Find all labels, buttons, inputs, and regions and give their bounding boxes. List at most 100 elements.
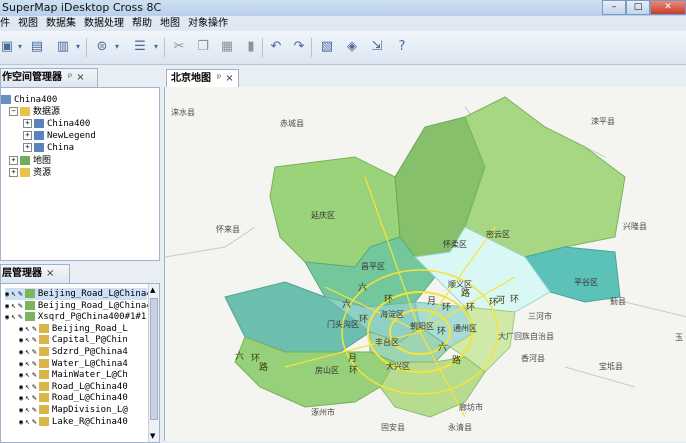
editable-icon[interactable]: ✎ [32, 324, 37, 333]
layer-row[interactable]: ◉ ↖ ✎ Lake_R@China40 [19, 416, 128, 428]
visibility-eye-icon[interactable]: ◉ [5, 290, 9, 298]
visibility-eye-icon[interactable]: ◉ [19, 394, 23, 402]
scene-icon[interactable]: ◈ [345, 40, 359, 54]
visibility-eye-icon[interactable]: ◉ [19, 348, 23, 356]
tree-node-datasource[interactable]: + NewLegend [23, 130, 96, 142]
menu-view[interactable]: 视图 [18, 16, 38, 31]
selectable-icon[interactable]: ↖ [25, 405, 30, 414]
open-icon[interactable]: ▣ [0, 40, 14, 54]
editable-icon[interactable]: ✎ [18, 312, 23, 321]
layer-row[interactable]: ◉ ↖ ✎ Road_L@China40 [19, 381, 128, 393]
map-tab-close-button[interactable]: × [225, 73, 233, 84]
visibility-eye-icon[interactable]: ◉ [19, 325, 23, 333]
layer-row[interactable]: ◉ ↖ ✎ Sdzrd_P@China4 [19, 346, 128, 358]
redo-icon[interactable]: ↷ [292, 40, 306, 54]
editable-icon[interactable]: ✎ [32, 347, 37, 356]
layer-row[interactable]: ◉ ↖ ✎ MainWater_L@Ch [19, 369, 128, 381]
menu-file[interactable]: 件 [0, 16, 10, 31]
delete-icon[interactable]: ▮ [244, 40, 258, 54]
close-button[interactable]: ✕ [650, 0, 686, 15]
editable-icon[interactable]: ✎ [32, 417, 37, 426]
minimize-button[interactable]: – [602, 0, 626, 15]
selectable-icon[interactable]: ↖ [25, 370, 30, 379]
menu-map[interactable]: 地图 [160, 16, 180, 31]
dropdown-arrow-icon[interactable]: ▾ [110, 40, 124, 54]
expand-icon[interactable]: + [9, 156, 18, 165]
layout-icon[interactable]: ▧ [320, 40, 334, 54]
cut-icon[interactable]: ✂ [172, 40, 186, 54]
selectable-icon[interactable]: ↖ [25, 359, 30, 368]
scroll-up-icon[interactable]: ▲ [150, 286, 155, 294]
undo-icon[interactable]: ↶ [269, 40, 283, 54]
layer-row[interactable]: ◉ ↖ ✎ MapDivision_L@ [19, 404, 128, 416]
tree-node-maps[interactable]: + 地图 [9, 155, 51, 167]
layer-row[interactable]: ◉ ↖ ✎ Beijing_Road_L [19, 323, 128, 335]
expand-icon[interactable]: + [23, 119, 32, 128]
layer-row[interactable]: ◉ ↖ ✎ Water_L@China4 [19, 358, 128, 370]
copy-icon[interactable]: ❐ [196, 40, 210, 54]
pin-icon[interactable]: ᵖ [217, 73, 221, 84]
expand-icon[interactable]: + [9, 168, 18, 177]
import-icon[interactable]: ⊜ [95, 40, 109, 54]
workspace-panel-close-button[interactable]: × [76, 72, 84, 83]
expand-icon[interactable]: + [23, 143, 32, 152]
visibility-eye-icon[interactable]: ◉ [19, 371, 23, 379]
selectable-icon[interactable]: ↖ [25, 347, 30, 356]
visibility-eye-icon[interactable]: ◉ [19, 383, 23, 391]
selectable-icon[interactable]: ↖ [11, 301, 16, 310]
selectable-icon[interactable]: ↖ [11, 312, 16, 321]
export-icon[interactable]: ⇲ [370, 40, 384, 54]
editable-icon[interactable]: ✎ [18, 289, 23, 298]
pin-icon[interactable]: ᵖ [68, 72, 72, 83]
tree-node-datasources[interactable]: − 数据源 [9, 106, 60, 118]
selectable-icon[interactable]: ↖ [11, 289, 16, 298]
editable-icon[interactable]: ✎ [32, 405, 37, 414]
visibility-eye-icon[interactable]: ◉ [5, 302, 9, 310]
editable-icon[interactable]: ✎ [32, 370, 37, 379]
dropdown-arrow-icon[interactable]: ▾ [149, 40, 163, 54]
editable-icon[interactable]: ✎ [18, 301, 23, 310]
dropdown-arrow-icon[interactable]: ▾ [13, 40, 27, 54]
new-workspace-icon[interactable]: ▥ [56, 40, 70, 54]
collapse-icon[interactable]: − [9, 107, 18, 116]
editable-icon[interactable]: ✎ [32, 382, 37, 391]
selectable-icon[interactable]: ↖ [25, 382, 30, 391]
map-tab[interactable]: 北京地图 ᵖ × [166, 69, 239, 88]
layer-row[interactable]: ◉ ↖ ✎ Capital_P@Chin [19, 334, 128, 346]
menu-object-operations[interactable]: 对象操作 [188, 16, 228, 31]
map-canvas[interactable]: 涞水县 赤城县 滦平县 兴隆县 怀来县 蓟县 三河市 大厂回族自治县 香河县 宝… [164, 87, 686, 441]
visibility-eye-icon[interactable]: ◉ [19, 360, 23, 368]
layer-panel-close-button[interactable]: × [46, 268, 54, 279]
selectable-icon[interactable]: ↖ [25, 417, 30, 426]
editable-icon[interactable]: ✎ [32, 393, 37, 402]
selectable-icon[interactable]: ↖ [25, 335, 30, 344]
layer-row[interactable]: ◉ ↖ ✎ Beijing_Road_L@China400 [5, 300, 159, 312]
tree-node-resources[interactable]: + 资源 [9, 167, 51, 179]
scroll-thumb[interactable] [150, 298, 158, 420]
editable-icon[interactable]: ✎ [32, 359, 37, 368]
dropdown-arrow-icon[interactable]: ▾ [71, 40, 85, 54]
tree-node-datasource[interactable]: + China [23, 142, 74, 154]
selectable-icon[interactable]: ↖ [25, 393, 30, 402]
layer-row[interactable]: ◉ ↖ ✎ Road_L@China40 [19, 392, 128, 404]
datasource-icon[interactable]: ☰ [133, 40, 147, 54]
menu-help[interactable]: 帮助 [132, 16, 152, 31]
editable-icon[interactable]: ✎ [32, 335, 37, 344]
visibility-eye-icon[interactable]: ◉ [19, 406, 23, 414]
tree-node-datasource[interactable]: + China400 [23, 118, 90, 130]
paste-icon[interactable]: ▦ [220, 40, 234, 54]
save-icon[interactable]: ▤ [30, 40, 44, 54]
tree-node-workspace[interactable]: China400 [1, 94, 57, 106]
menu-data-processing[interactable]: 数据处理 [84, 16, 124, 31]
help-icon[interactable]: ? [395, 40, 409, 54]
layer-row[interactable]: ◉ ↖ ✎ Xsqrd_P@China400#1#1 [5, 311, 146, 323]
visibility-eye-icon[interactable]: ◉ [5, 313, 9, 321]
visibility-eye-icon[interactable]: ◉ [19, 336, 23, 344]
visibility-eye-icon[interactable]: ◉ [19, 418, 23, 426]
maximize-button[interactable]: □ [626, 0, 650, 15]
expand-icon[interactable]: + [23, 131, 32, 140]
selectable-icon[interactable]: ↖ [25, 324, 30, 333]
layer-scrollbar[interactable]: ▲ ▼ [148, 284, 159, 442]
layer-row[interactable]: ◉ ↖ ✎ Beijing_Road_L@China400 [5, 288, 159, 300]
scroll-down-icon[interactable]: ▼ [150, 432, 155, 440]
